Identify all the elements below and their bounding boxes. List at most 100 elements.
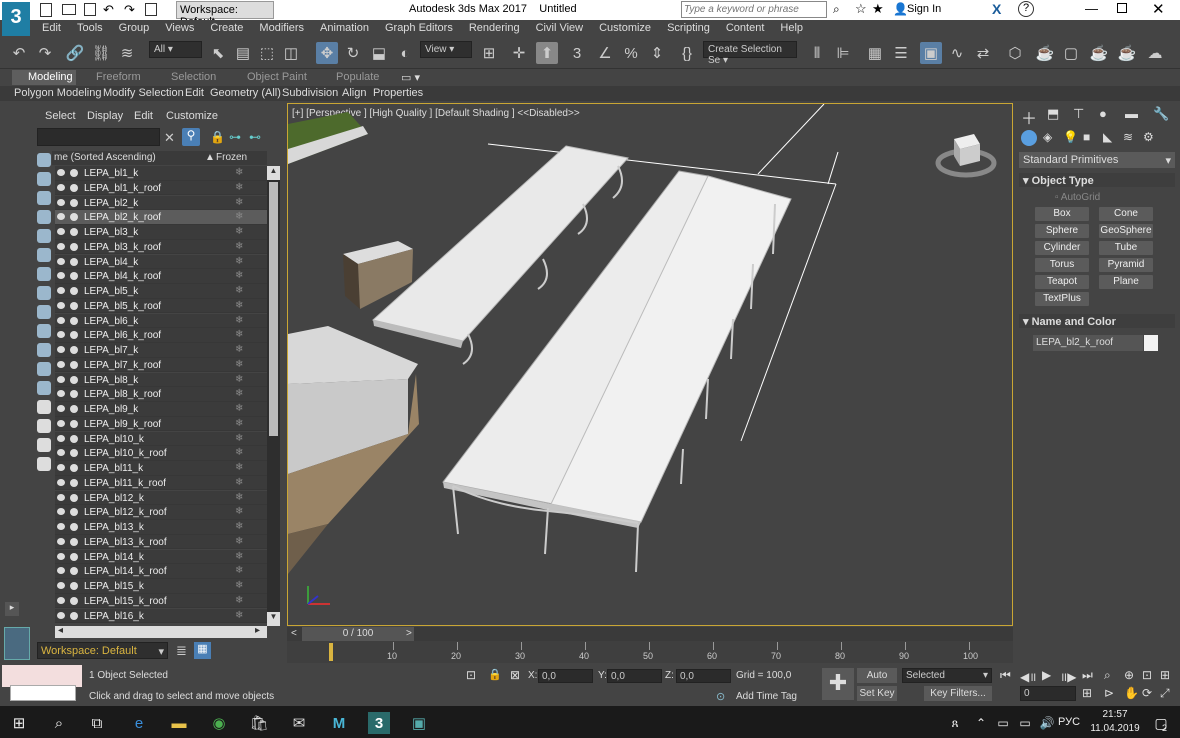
frozen-snowflake-icon[interactable]: ❄ <box>235 551 243 562</box>
list-item[interactable]: LEPA_bl9_k_roof ❄ <box>55 416 267 432</box>
network-icon[interactable]: ▭ <box>992 712 1014 734</box>
maxscript-mini-window[interactable] <box>10 685 76 701</box>
visibility-eye-icon[interactable] <box>57 493 65 501</box>
visibility-eye-icon[interactable] <box>57 537 65 545</box>
zoom-icon[interactable]: ⌕ <box>1104 668 1111 683</box>
render-toggle-icon[interactable] <box>70 390 78 399</box>
visibility-eye-icon[interactable] <box>57 301 65 309</box>
all-filter-icon[interactable] <box>37 381 51 395</box>
user-icon[interactable]: 👤 <box>893 2 908 16</box>
list-item[interactable]: LEPA_bl14_k ❄ <box>55 549 267 565</box>
quick-access-undo-icon[interactable]: ↶ <box>103 2 114 18</box>
frozen-snowflake-icon[interactable]: ❄ <box>235 300 243 311</box>
explorer-workspace-dropdown[interactable]: Workspace: Default ▾ <box>37 642 168 659</box>
fov-icon[interactable]: ⊳ <box>1104 686 1114 700</box>
column-name-header[interactable]: me (Sorted Ascending) <box>54 152 156 163</box>
zoom-all-icon[interactable]: ⊕ <box>1124 668 1134 682</box>
selection-lock-icon[interactable]: 🔒 <box>488 668 502 681</box>
frozen-snowflake-icon[interactable]: ❄ <box>235 197 243 208</box>
hscroll-right-icon[interactable]: ▸ <box>255 625 260 636</box>
explorer-menu-select[interactable]: Select <box>45 110 76 122</box>
frozen-snowflake-icon[interactable]: ❄ <box>235 565 243 576</box>
mirror-icon[interactable]: ⫴ <box>806 42 828 64</box>
plane-button[interactable]: Plane <box>1099 275 1153 289</box>
panel-properties[interactable]: Properties <box>373 87 423 99</box>
modify-tab-icon[interactable]: ⬒ <box>1047 106 1059 122</box>
window-crossing-icon[interactable]: ◫ <box>280 42 302 64</box>
maxscript-listener[interactable] <box>2 665 82 687</box>
render-toggle-icon[interactable] <box>70 493 78 502</box>
frozen-snowflake-icon[interactable]: ❄ <box>235 580 243 591</box>
key-filters-button[interactable]: Key Filters... <box>924 686 992 701</box>
frozen-snowflake-icon[interactable]: ❄ <box>235 256 243 267</box>
visibility-eye-icon[interactable] <box>57 405 65 412</box>
frozen-snowflake-icon[interactable]: ❄ <box>235 344 243 355</box>
menu-help[interactable]: Help <box>772 20 811 36</box>
render-toggle-icon[interactable] <box>70 257 78 266</box>
workspace-dropdown[interactable]: Workspace: Default <box>176 1 274 28</box>
invert-filter-icon[interactable] <box>37 419 51 433</box>
isolate-icon[interactable]: ⊡ <box>466 668 476 682</box>
time-slider-thumb[interactable]: 0 / 100 <box>302 627 414 641</box>
time-tag-icon[interactable]: ⊙ <box>716 690 725 703</box>
windows-start-icon[interactable]: ⊞ <box>8 712 30 734</box>
list-item[interactable]: LEPA_bl3_k_roof ❄ <box>55 239 267 255</box>
explorer-search-input[interactable] <box>37 128 160 146</box>
clear-search-icon[interactable]: ✕ <box>164 130 175 146</box>
add-time-tag[interactable]: Add Time Tag <box>736 691 797 702</box>
frozen-snowflake-icon[interactable]: ❄ <box>235 167 243 178</box>
groups-filter-icon[interactable] <box>37 267 51 281</box>
visibility-eye-icon[interactable] <box>57 434 65 442</box>
list-item[interactable]: LEPA_bl15_k_roof ❄ <box>55 593 267 609</box>
restore-button[interactable] <box>1117 3 1127 13</box>
object-name-input[interactable]: LEPA_bl2_k_roof <box>1033 335 1143 351</box>
select-object-icon[interactable]: ⬉ <box>207 42 229 64</box>
lock-icon[interactable]: 🔒 <box>210 130 225 144</box>
auto-key-button[interactable]: Auto Key <box>857 668 897 696</box>
toggle-ribbon-icon[interactable]: ▣ <box>920 42 942 64</box>
frozen-snowflake-icon[interactable]: ❄ <box>235 315 243 326</box>
panel-geometry-all[interactable]: Geometry (All) <box>210 87 281 99</box>
frozen-snowflake-icon[interactable]: ❄ <box>235 418 243 429</box>
quick-access-new-icon[interactable] <box>40 3 52 17</box>
app-logo[interactable]: 3 <box>2 2 30 36</box>
visibility-eye-icon[interactable] <box>57 508 65 516</box>
spinner-snap-icon[interactable]: ⇕ <box>646 42 668 64</box>
y-coord-field[interactable]: 0,0 <box>607 669 662 683</box>
exchange-apps-icon[interactable]: X <box>992 1 1001 17</box>
render-toggle-icon[interactable] <box>70 301 78 310</box>
tray-arrow-icon[interactable]: ⌃ <box>970 712 992 734</box>
track-bar[interactable]: 10 20 30 40 50 60 70 80 90 100 <box>287 641 1013 663</box>
search-input[interactable] <box>681 1 827 18</box>
zoom-extents-all-icon[interactable]: ⊞ <box>1160 668 1170 682</box>
edge-icon[interactable]: e <box>128 712 150 734</box>
menu-group[interactable]: Group <box>111 20 158 36</box>
notifications-icon[interactable]: ▢ <box>1150 712 1172 734</box>
scroll-up-icon[interactable]: ▲ <box>267 166 280 180</box>
time-prev-icon[interactable]: < <box>291 628 297 639</box>
chrome-icon[interactable]: ◉ <box>208 712 230 734</box>
list-item[interactable]: LEPA_bl1_k ❄ <box>55 166 267 181</box>
render-toggle-icon[interactable] <box>70 242 78 251</box>
viewport-layout-icon[interactable] <box>4 627 30 660</box>
current-frame-field[interactable]: 0 <box>1020 686 1076 701</box>
hierarchy-expand-icon[interactable]: ⊷ <box>249 130 261 144</box>
list-item[interactable]: LEPA_bl13_k ❄ <box>55 520 267 535</box>
clock-time[interactable]: 21:57 <box>1097 709 1133 720</box>
xrefs-filter-icon[interactable] <box>37 286 51 300</box>
menu-graph-editors[interactable]: Graph Editors <box>377 20 461 36</box>
visibility-eye-icon[interactable] <box>57 287 65 294</box>
clock-date[interactable]: 11.04.2019 <box>1087 723 1143 734</box>
list-item[interactable]: LEPA_bl14_k_roof ❄ <box>55 564 267 579</box>
list-item[interactable]: LEPA_bl3_k ❄ <box>55 225 267 240</box>
monitor-icon[interactable]: ▭ <box>1014 712 1036 734</box>
favorites-star-icon[interactable]: ☆ <box>855 1 867 17</box>
render-toggle-icon[interactable] <box>70 449 78 458</box>
search-icon[interactable]: ⌕ <box>833 2 840 17</box>
cone-button[interactable]: Cone <box>1099 207 1153 221</box>
spacewarps-filter-icon[interactable] <box>37 248 51 262</box>
bones-filter-icon[interactable] <box>37 305 51 319</box>
menu-modifiers[interactable]: Modifiers <box>251 20 312 36</box>
visibility-eye-icon[interactable] <box>57 198 65 206</box>
shapes-filter-icon[interactable] <box>37 172 51 186</box>
